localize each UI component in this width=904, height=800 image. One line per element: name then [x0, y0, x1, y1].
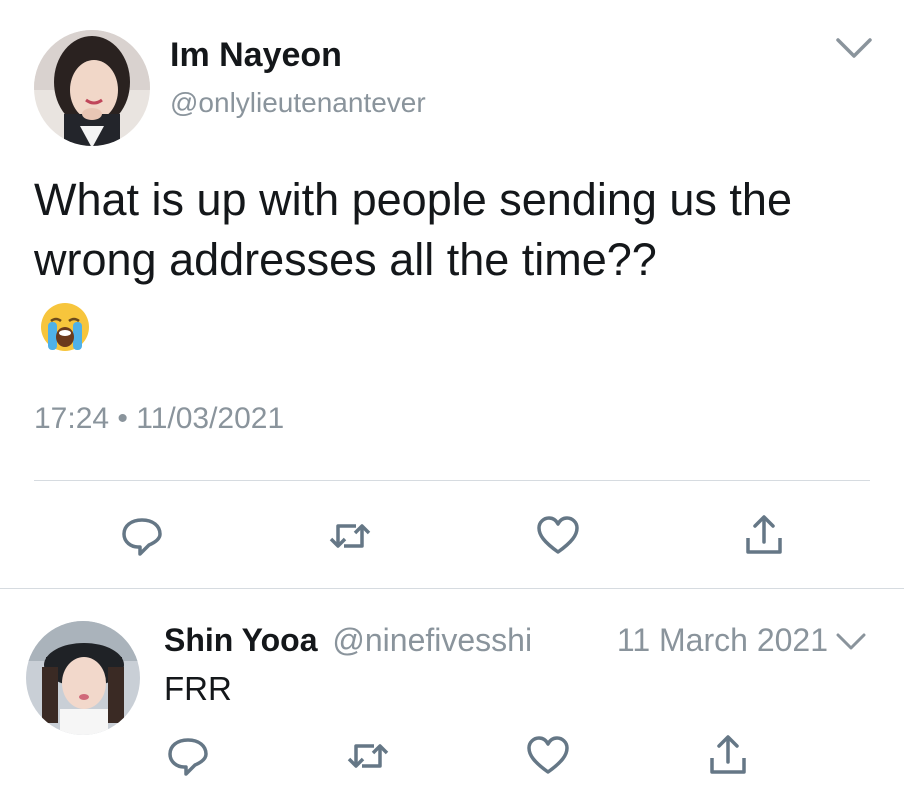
retweet-icon[interactable]: [326, 512, 374, 560]
reply-author-name[interactable]: Shin Yooa: [164, 622, 318, 658]
reply-author-avatar[interactable]: [26, 621, 140, 735]
author-name[interactable]: Im Nayeon: [170, 36, 342, 75]
like-icon[interactable]: [534, 512, 582, 560]
tweet-text: What is up with people sending us the wr…: [34, 174, 792, 285]
chevron-down-icon[interactable]: [834, 34, 874, 62]
loudly-crying-face-icon: [38, 300, 92, 354]
tweet-thread: Im Nayeon @onlylieutenantever What is up…: [0, 0, 904, 800]
reply-icon[interactable]: [164, 732, 212, 780]
author-avatar[interactable]: [34, 30, 150, 146]
like-icon[interactable]: [524, 732, 572, 780]
retweet-icon[interactable]: [344, 732, 392, 780]
thread-divider: [0, 588, 904, 589]
reply-header: Shin Yooa @ninefivesshi: [164, 622, 532, 659]
reply-date[interactable]: 11 March 2021: [617, 622, 828, 659]
reply-author-handle[interactable]: @ninefivesshi: [332, 622, 532, 658]
author-handle[interactable]: @onlylieutenantever: [170, 87, 426, 119]
divider: [34, 480, 870, 481]
reply-text: FRR: [164, 670, 232, 707]
chevron-down-icon[interactable]: [834, 630, 868, 654]
share-icon[interactable]: [704, 732, 752, 780]
reply-icon[interactable]: [118, 512, 166, 560]
share-icon[interactable]: [740, 512, 788, 560]
tweet-timestamp[interactable]: 17:24 • 11/03/2021: [34, 402, 284, 436]
